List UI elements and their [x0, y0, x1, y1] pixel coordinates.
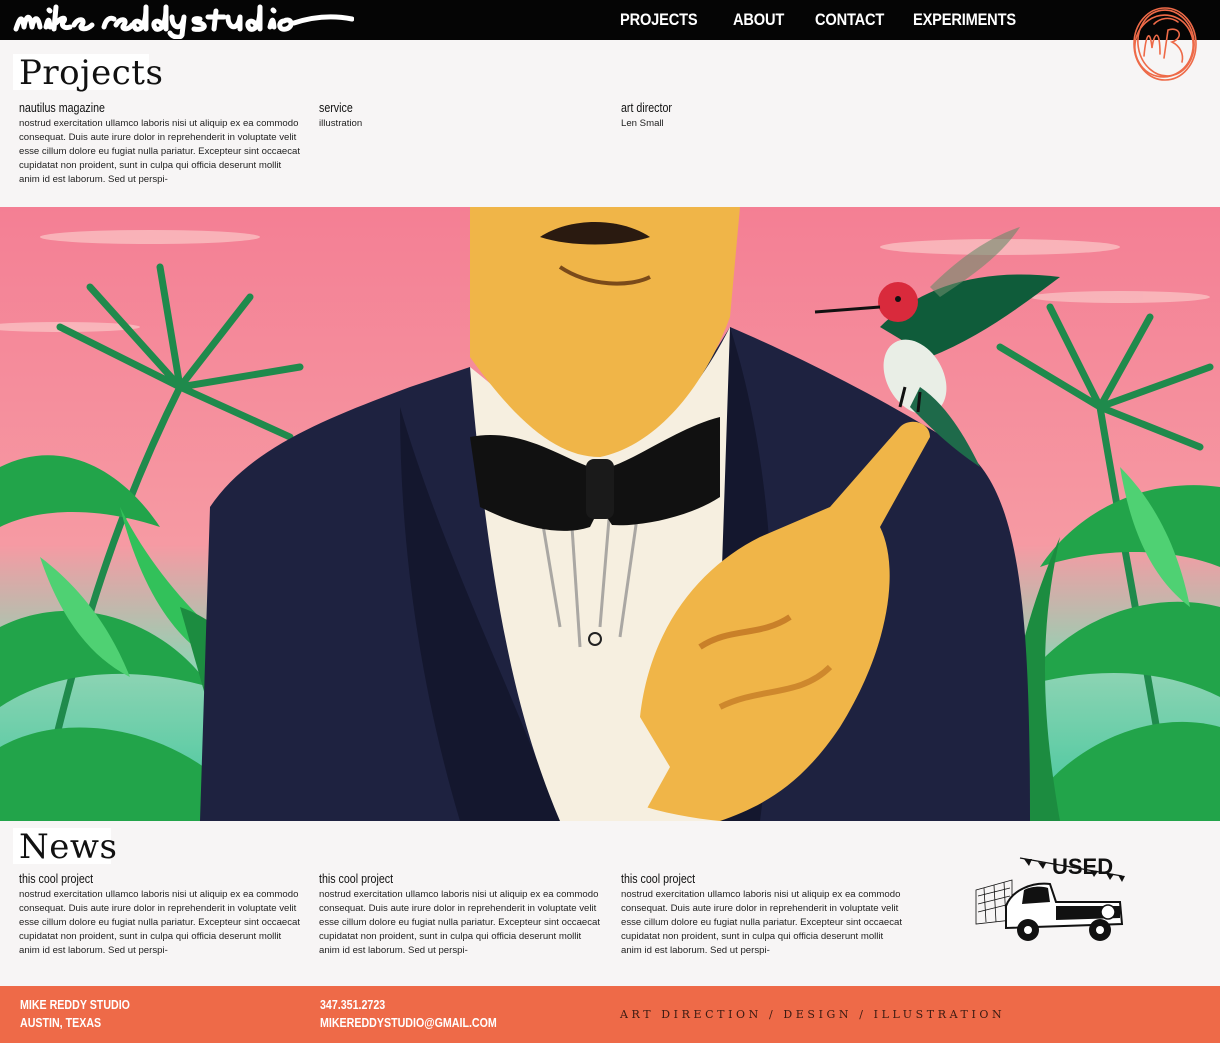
- project-service-column: service illustration: [319, 100, 604, 131]
- nav-contact[interactable]: CONTACT: [815, 10, 884, 30]
- nav-about[interactable]: ABOUT: [733, 10, 784, 30]
- footer-studio-name: MIKE REDDY STUDIO: [20, 997, 130, 1012]
- studio-logo[interactable]: [12, 3, 354, 39]
- news-item-body: nostrud exercitation ullamco laboris nis…: [319, 889, 601, 956]
- news-item-body: nostrud exercitation ullamco laboris nis…: [621, 889, 903, 956]
- news-item-body: nostrud exercitation ullamco laboris nis…: [19, 889, 301, 956]
- used-sign-text: USED: [1052, 854, 1113, 879]
- footer-email-link[interactable]: MIKEREDDYSTUDIO@GMAIL.COM: [320, 1015, 497, 1030]
- project-info-column: nautilus magazine nostrud exercitation u…: [19, 100, 304, 187]
- news-item[interactable]: this cool project nostrud exercitation u…: [319, 871, 604, 958]
- project-art-director-value: Len Small: [621, 118, 664, 129]
- news-item[interactable]: this cool project nostrud exercitation u…: [621, 871, 906, 958]
- nav-projects[interactable]: PROJECTS: [620, 10, 698, 30]
- top-navigation-bar: PROJECTS ABOUT CONTACT EXPERIMENTS: [0, 0, 1220, 40]
- news-item-heading[interactable]: this cool project: [19, 871, 253, 887]
- project-art-director-heading: art director: [621, 100, 672, 115]
- illustration-tuxedo-man-hummingbird: [0, 207, 1220, 821]
- footer-tagline: ART DIRECTION / DESIGN / ILLUSTRATION: [620, 1008, 1006, 1021]
- project-service-heading: service: [319, 100, 353, 115]
- footer-phone-link[interactable]: 347.351.2723: [320, 997, 385, 1012]
- nav-experiments[interactable]: EXPERIMENTS: [913, 10, 1016, 30]
- news-item-heading[interactable]: this cool project: [319, 871, 553, 887]
- footer-location: AUSTIN, TEXAS: [20, 1015, 102, 1030]
- news-item[interactable]: this cool project nostrud exercitation u…: [19, 871, 304, 958]
- mr-monogram-icon[interactable]: [1130, 4, 1200, 82]
- site-footer: [0, 986, 1220, 1043]
- project-art-director-column: art director Len Small: [621, 100, 906, 131]
- projects-title: Projects: [13, 54, 163, 92]
- project-description: nostrud exercitation ullamco laboris nis…: [19, 118, 301, 185]
- project-service-value: illustration: [319, 118, 363, 129]
- project-client-heading: nautilus magazine: [19, 100, 105, 115]
- hero-illustration: [0, 207, 1220, 821]
- news-item-heading[interactable]: this cool project: [621, 871, 855, 887]
- used-truck-icon: USED: [975, 854, 1125, 941]
- news-title: News: [13, 828, 117, 866]
